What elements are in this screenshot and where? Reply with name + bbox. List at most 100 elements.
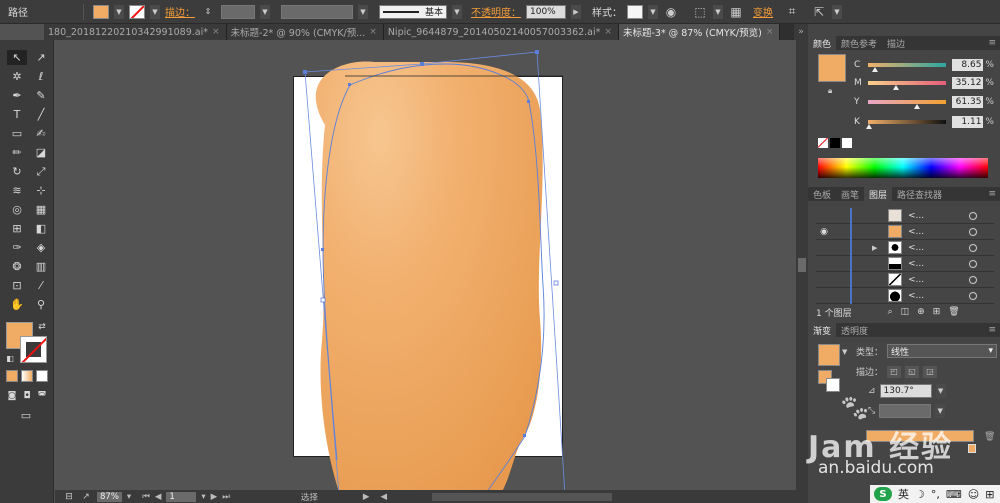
new-sublayer-icon[interactable]: ⊕ xyxy=(917,307,925,317)
document-tab[interactable]: 未标题-2* @ 90% (CMYK/预... × xyxy=(226,24,384,40)
expand-arrow-icon[interactable]: ▶ xyxy=(872,244,877,252)
stepper-icon[interactable]: ⇕ xyxy=(200,4,216,20)
scroll-left-icon[interactable]: ◀ xyxy=(380,492,387,502)
stroke-color-box[interactable] xyxy=(20,336,47,363)
opacity-label[interactable]: 不透明度： xyxy=(471,4,521,19)
warp-tool-icon[interactable]: ≋ xyxy=(7,183,27,198)
gradient-angle-field[interactable]: 130.7° xyxy=(879,384,932,398)
layer-name[interactable]: <... xyxy=(908,211,924,221)
vertical-scrollbar[interactable] xyxy=(796,40,808,490)
isolate-icon[interactable]: ⌗ xyxy=(784,4,800,20)
target-icon[interactable] xyxy=(969,211,977,220)
zoom-field[interactable]: 87% xyxy=(97,491,122,502)
chevron-down-icon[interactable]: ▼ xyxy=(648,4,658,19)
chevron-right-icon[interactable]: ▶ xyxy=(571,4,581,19)
close-icon[interactable]: × xyxy=(369,27,377,37)
chevron-down-icon[interactable]: ▼ xyxy=(713,4,723,19)
stroke-across-icon[interactable]: ◲ xyxy=(923,365,938,378)
panel-tab[interactable]: 颜色 xyxy=(808,36,837,50)
user-icon[interactable]: ☺ xyxy=(968,488,979,501)
document-tab[interactable]: 180_20181220210342991089.ai* × xyxy=(44,24,227,40)
next-artboard-icon[interactable]: ▶ xyxy=(211,492,218,502)
lasso-tool-icon[interactable]: ℓ xyxy=(31,69,51,84)
symbol-sprayer-tool-icon[interactable]: ❂ xyxy=(7,259,27,274)
none-mode-icon[interactable] xyxy=(36,370,48,382)
panel-tab[interactable]: 透明度 xyxy=(836,323,873,337)
channel-value[interactable]: 35.12 xyxy=(952,77,984,89)
channel-value[interactable]: 8.65 xyxy=(952,59,984,71)
gradient-mode-icon[interactable] xyxy=(21,370,33,382)
scale-tool-icon[interactable]: ⤢ xyxy=(31,164,51,179)
layer-row[interactable]: <... ▶ xyxy=(816,240,994,256)
chevron-down-icon[interactable]: ▼ xyxy=(842,348,847,356)
none-swatch[interactable] xyxy=(818,138,828,148)
layer-row[interactable]: <... xyxy=(816,272,994,288)
draw-behind-icon[interactable]: ◘ xyxy=(21,388,33,403)
slider-handle[interactable] xyxy=(892,85,899,90)
stroke-swatch[interactable] xyxy=(129,4,145,19)
line-tool-icon[interactable]: ╱ xyxy=(31,107,51,122)
screen-mode-icon[interactable]: ▭ xyxy=(16,408,36,423)
target-icon[interactable] xyxy=(969,227,977,236)
bounding-handle[interactable] xyxy=(320,297,326,303)
export-icon[interactable]: ⊟ xyxy=(63,490,75,503)
black-swatch[interactable] xyxy=(830,138,840,148)
color-spectrum[interactable] xyxy=(818,158,988,178)
panel-menu-icon[interactable]: ≡ xyxy=(988,325,1000,335)
anchor-point[interactable] xyxy=(527,100,530,103)
selected-path-shape[interactable] xyxy=(55,40,796,490)
layer-row[interactable]: <... xyxy=(816,208,994,224)
panel-tab[interactable]: 渐变 xyxy=(808,323,837,337)
document-tab[interactable]: 未标题-3* @ 87% (CMYK/预览) × xyxy=(618,24,781,40)
column-graph-tool-icon[interactable]: ▥ xyxy=(31,259,51,274)
stroke-weight-field[interactable] xyxy=(221,4,255,19)
white-swatch[interactable] xyxy=(842,138,852,148)
panel-menu-icon[interactable]: ≡ xyxy=(988,38,1000,48)
slider-handle[interactable] xyxy=(865,124,872,129)
chevron-down-icon[interactable]: ▾ xyxy=(201,492,205,502)
eraser-tool-icon[interactable]: ◪ xyxy=(31,145,51,160)
pencil-tool-icon[interactable]: ✏ xyxy=(7,145,27,160)
default-fill-stroke-icon[interactable]: ◧ xyxy=(4,352,16,364)
perspective-grid-tool-icon[interactable]: ▦ xyxy=(31,202,51,217)
slider-handle[interactable] xyxy=(871,67,878,72)
channel-slider-track[interactable] xyxy=(867,63,947,72)
gradient-tool-icon[interactable]: ◧ xyxy=(31,221,51,236)
layer-row[interactable]: <... xyxy=(816,256,994,272)
direct-selection-tool-icon[interactable]: ↗ xyxy=(31,50,51,65)
layer-name[interactable]: <... xyxy=(908,291,924,301)
stroke-along-icon[interactable]: ◱ xyxy=(905,365,920,378)
layer-row[interactable]: ◉ <... xyxy=(816,224,994,240)
free-transform-tool-icon[interactable]: ⊹ xyxy=(31,183,51,198)
fill-swatch[interactable] xyxy=(93,4,109,19)
opacity-field[interactable]: 100% xyxy=(526,4,566,19)
sogou-logo-icon[interactable]: S xyxy=(874,487,892,501)
punctuation-icon[interactable]: °, xyxy=(931,488,940,501)
delete-stop-icon[interactable]: 🗑︎ xyxy=(984,432,995,442)
tab-overflow-icon[interactable]: » xyxy=(794,24,808,40)
align-icon[interactable]: ⬚ xyxy=(692,4,708,20)
chevron-down-icon[interactable]: ▼ xyxy=(935,404,946,418)
chevron-down-icon[interactable]: ▼ xyxy=(832,4,842,19)
panel-tab[interactable]: 色板 xyxy=(808,187,836,201)
chevron-down-icon[interactable]: ▼ xyxy=(150,4,160,19)
panel-tab[interactable]: 画笔 xyxy=(836,187,864,201)
shape-builder-tool-icon[interactable]: ◎ xyxy=(7,202,27,217)
layer-name[interactable]: <... xyxy=(908,227,924,237)
keyboard-icon[interactable]: ⌨ xyxy=(946,488,962,501)
anchor-point[interactable] xyxy=(535,50,539,54)
eye-icon[interactable]: ◉ xyxy=(816,227,832,237)
channel-slider-track[interactable] xyxy=(867,100,947,109)
stroke-label[interactable]: 描边： xyxy=(165,4,195,19)
first-artboard-icon[interactable]: ⏮ xyxy=(142,492,150,502)
recolor-artwork-icon[interactable]: ◉ xyxy=(663,4,679,20)
close-icon[interactable]: × xyxy=(604,27,612,37)
layer-name[interactable]: <... xyxy=(908,259,924,269)
new-layer-icon[interactable]: ⊞ xyxy=(933,307,941,317)
mesh-tool-icon[interactable]: ⊞ xyxy=(7,221,27,236)
document-tab[interactable]: Nipic_9644879_20140502140057003362.ai* × xyxy=(383,24,619,40)
close-icon[interactable]: × xyxy=(212,27,220,37)
grid-icon[interactable]: ⊞ xyxy=(985,488,994,501)
bounding-handle[interactable] xyxy=(553,280,559,286)
canvas-area[interactable] xyxy=(55,40,796,490)
